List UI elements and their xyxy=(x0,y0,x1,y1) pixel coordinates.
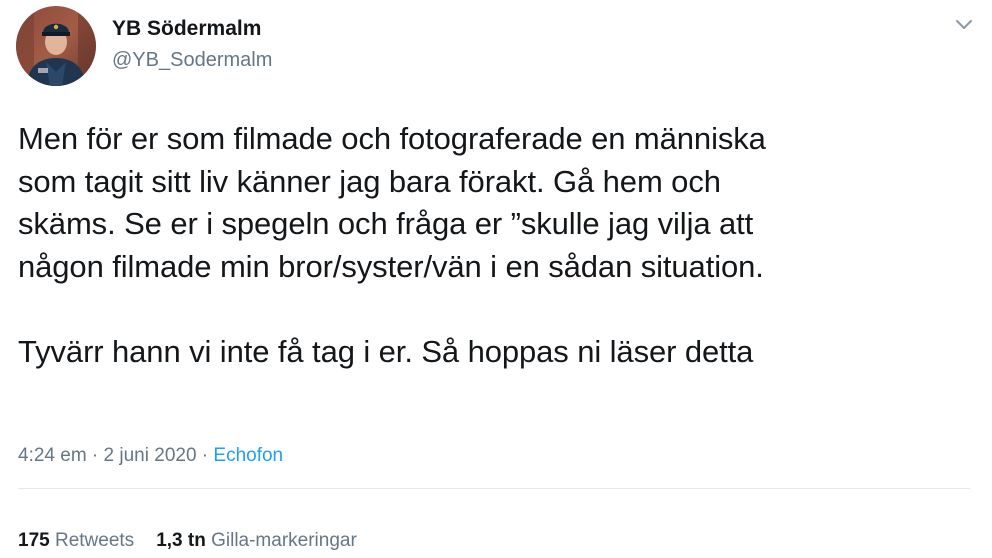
display-name[interactable]: YB Södermalm xyxy=(112,16,272,42)
meta-separator: · xyxy=(196,445,214,466)
avatar[interactable] xyxy=(16,6,96,86)
tweet-source-link[interactable]: Echofon xyxy=(213,445,283,466)
retweets-stat[interactable]: 175 Retweets xyxy=(18,528,134,554)
user-handle[interactable]: @YB_Sodermalm xyxy=(112,47,272,73)
meta-separator: · xyxy=(86,445,104,466)
likes-stat[interactable]: 1,3 tn Gilla-markeringar xyxy=(156,528,357,554)
tweet-stats: 175 Retweets 1,3 tn Gilla-markeringar xyxy=(18,528,357,554)
tweet-date[interactable]: 2 juni 2020 xyxy=(104,445,197,466)
tweet-header: YB Södermalm @YB_Sodermalm xyxy=(16,6,976,90)
likes-count: 1,3 tn xyxy=(156,530,206,551)
tweet-time[interactable]: 4:24 em xyxy=(18,445,87,466)
tweet-card: YB Södermalm @YB_Sodermalm Men för er so… xyxy=(0,0,992,558)
retweets-count: 175 xyxy=(18,530,50,551)
police-officer-avatar-icon xyxy=(16,6,96,86)
likes-label: Gilla-markeringar xyxy=(211,530,357,551)
chevron-down-icon xyxy=(956,20,972,29)
tweet-meta: 4:24 em · 2 juni 2020 · Echofon xyxy=(18,443,283,469)
user-names: YB Södermalm @YB_Sodermalm xyxy=(112,16,272,73)
tweet-text: Men för er som filmade och fotograferade… xyxy=(18,121,766,369)
divider xyxy=(18,488,970,489)
retweets-label: Retweets xyxy=(54,530,135,551)
tweet-menu-button[interactable] xyxy=(952,12,976,36)
